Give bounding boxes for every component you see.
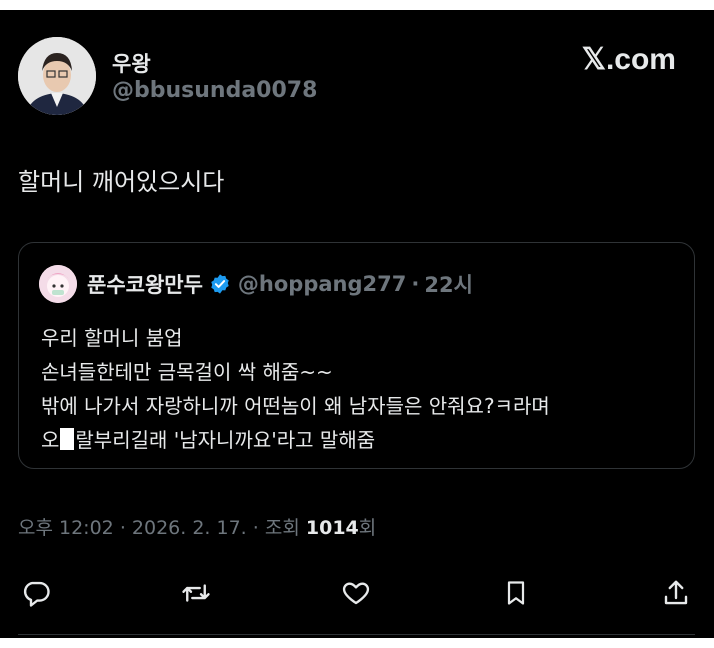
tweet-time[interactable]: 오후 12:02	[18, 517, 114, 539]
quoted-line-3: 밖에 나가서 자랑하니까 어떤놈이 왜 남자들은 안줘요?ㅋ라며	[41, 394, 550, 418]
reply-icon[interactable]	[18, 575, 54, 611]
views-label: 조회	[264, 517, 300, 539]
tweet-meta: 오후 12:02 · 2026. 2. 17. · 조회 1014회	[18, 513, 376, 540]
quoted-display-name[interactable]: 푼수코왕만두	[87, 269, 203, 299]
quoted-handle[interactable]: @hoppang277	[238, 272, 406, 296]
quoted-line-4-start: 오	[41, 428, 60, 452]
quoted-header: 푼수코왕만두 @hoppang277 · 22시	[87, 269, 473, 299]
tweet-date[interactable]: 2026. 2. 17.	[132, 517, 247, 539]
retweet-icon[interactable]	[178, 575, 214, 611]
x-brand-logo: 𝕏.com	[581, 43, 676, 76]
bookmark-icon[interactable]	[498, 575, 534, 611]
bottom-divider	[18, 634, 695, 635]
quoted-tweet[interactable]: 푼수코왕만두 @hoppang277 · 22시 우리 할머니 붐업 손녀들한테…	[18, 242, 695, 469]
verified-badge-icon	[209, 273, 231, 295]
heart-icon[interactable]	[338, 575, 374, 611]
author-handle[interactable]: @bbusunda0078	[112, 78, 317, 103]
author-avatar[interactable]	[18, 37, 96, 115]
quoted-text: 우리 할머니 붐업 손녀들한테만 금목걸이 싹 해줌~~ 밖에 나가서 자랑하니…	[41, 321, 550, 457]
redaction-block	[60, 428, 75, 450]
meta-separator: ·	[252, 517, 259, 539]
views-suffix: 회	[358, 517, 377, 539]
tweet-card: 우왕 @bbusunda0078 𝕏.com 할머니 깨어있으시다 푼수코왕만두	[0, 10, 714, 638]
quoted-line-4-end: 랄부리길래 '남자니까요'라고 말해줌	[75, 428, 376, 452]
quoted-line-1: 우리 할머니 붐업	[41, 326, 183, 350]
quoted-author-avatar[interactable]	[39, 265, 77, 303]
author-display-name[interactable]: 우왕	[112, 48, 151, 78]
meta-separator: ·	[119, 517, 126, 539]
quoted-line-2: 손녀들한테만 금목걸이 싹 해줌~~	[41, 360, 333, 384]
quoted-separator: ·	[411, 272, 420, 296]
quoted-time[interactable]: 22시	[424, 269, 473, 299]
action-bar	[18, 575, 688, 611]
share-icon[interactable]	[658, 575, 694, 611]
quoted-line-4: 오 랄부리길래 '남자니까요'라고 말해줌	[41, 423, 550, 457]
views-count: 1014	[305, 517, 359, 539]
tweet-text: 할머니 깨어있으시다	[18, 168, 225, 196]
